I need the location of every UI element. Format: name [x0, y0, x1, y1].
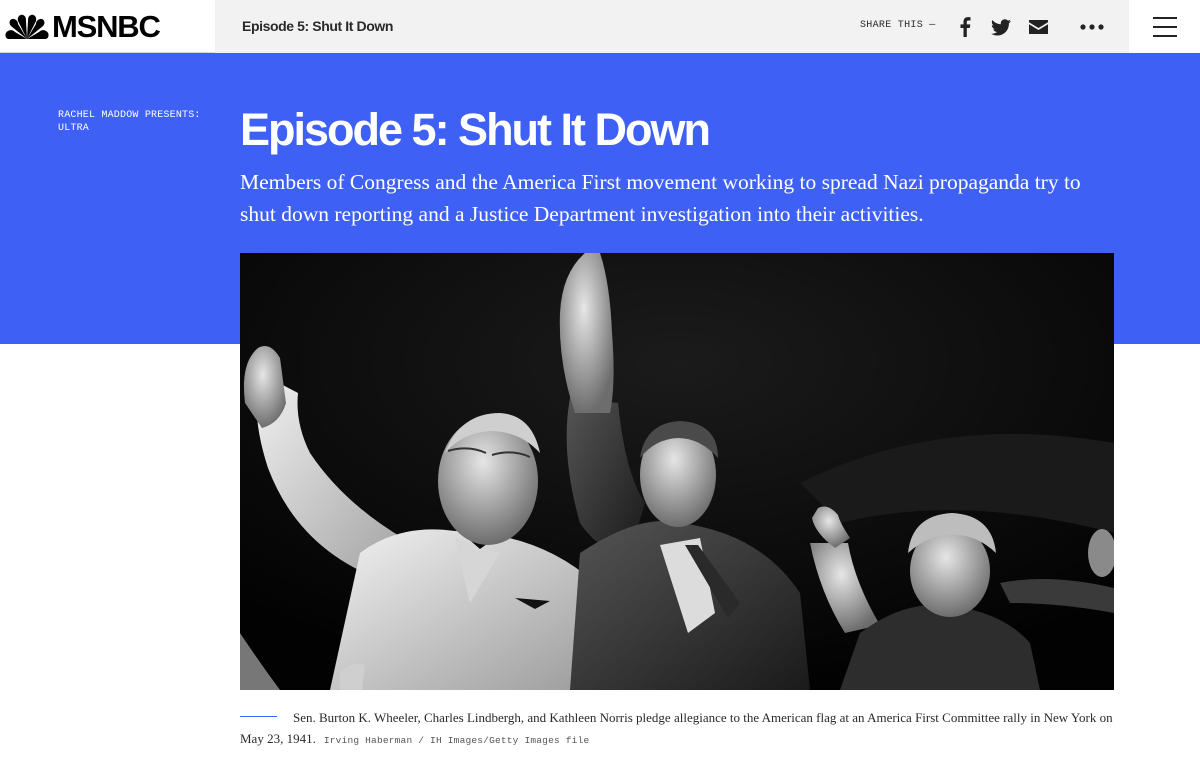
caption-rule [240, 715, 277, 717]
header-article-title: Episode 5: Shut It Down [242, 18, 394, 34]
lead-photo [240, 253, 1114, 690]
msnbc-logo-link[interactable]: MSNBC [0, 0, 215, 53]
nbc-peacock-icon [5, 13, 49, 41]
more-dots-icon[interactable] [1079, 14, 1105, 40]
email-icon[interactable] [1025, 14, 1051, 40]
brand-name: MSNBC [52, 8, 161, 44]
article-dek: Members of Congress and the America Firs… [240, 170, 1081, 226]
photo-image [240, 253, 1114, 690]
show-kicker-link[interactable]: RACHEL MADDOW PRESENTS: ULTRA [58, 109, 218, 135]
hamburger-menu-icon[interactable] [1129, 0, 1200, 53]
photo-credit: Irving Haberman / IH Images/Getty Images… [323, 735, 590, 746]
header-bar: Episode 5: Shut It Down SHARE THIS — [215, 0, 1129, 53]
photo-caption: Sen. Burton K. Wheeler, Charles Lindberg… [240, 707, 1120, 751]
article-headline: Episode 5: Shut It Down [240, 104, 711, 155]
share-label: SHARE THIS — [860, 20, 936, 31]
site-header: MSNBC Episode 5: Shut It Down SHARE THIS… [0, 0, 1200, 53]
facebook-icon[interactable] [952, 14, 978, 40]
twitter-icon[interactable] [988, 14, 1014, 40]
